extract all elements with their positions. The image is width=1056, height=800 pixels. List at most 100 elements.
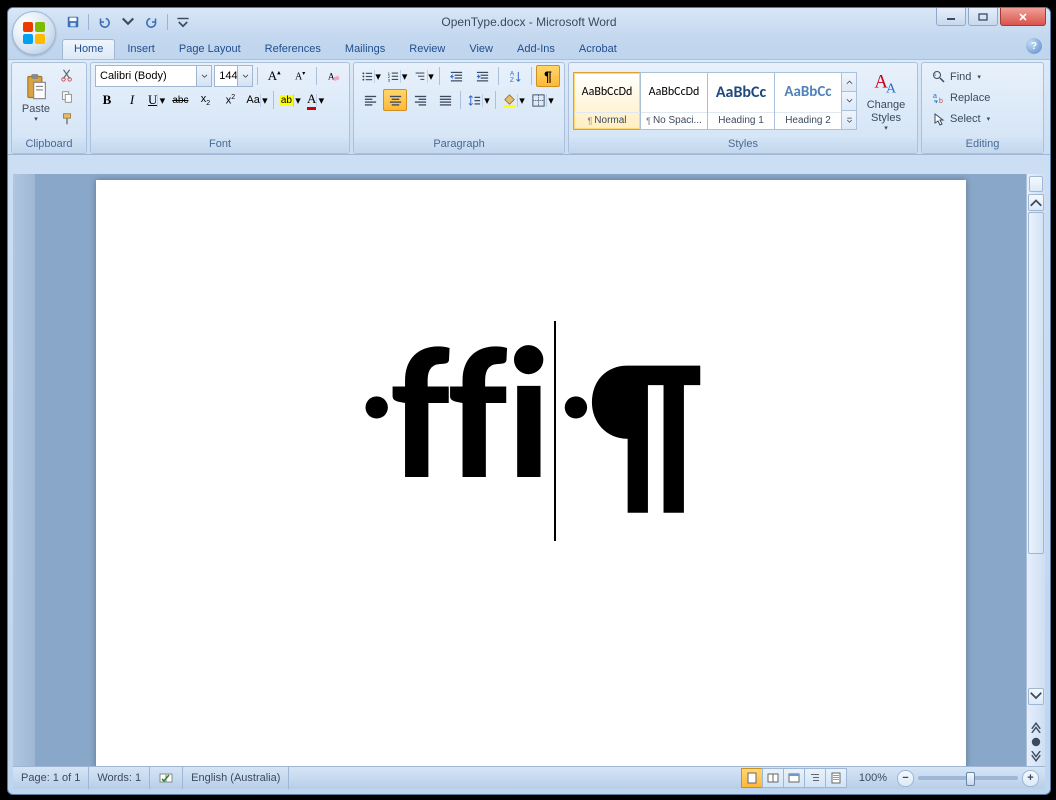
subscript-button[interactable]: x2 — [193, 89, 217, 111]
grow-font-button[interactable]: A▴ — [262, 65, 286, 87]
chevron-down-icon[interactable]: ▾ — [293, 94, 302, 107]
chevron-down-icon[interactable]: ▾ — [157, 94, 166, 107]
text-cursor — [554, 321, 556, 541]
group-label: Paragraph — [354, 138, 564, 153]
chevron-down-icon[interactable]: ▾ — [374, 70, 382, 83]
style-normal[interactable]: AaBbCcDd ¶Normal — [573, 72, 641, 130]
zoom-in-button[interactable]: + — [1022, 770, 1039, 787]
copy-button[interactable] — [58, 88, 76, 106]
save-button[interactable] — [64, 13, 82, 31]
cut-button[interactable] — [58, 66, 76, 84]
align-center-button[interactable] — [383, 89, 407, 111]
clear-formatting-button[interactable]: A — [321, 65, 345, 87]
chevron-down-icon[interactable] — [237, 66, 252, 86]
chevron-down-icon[interactable]: ▾ — [260, 94, 269, 107]
format-painter-button[interactable] — [58, 110, 76, 128]
language-indicator[interactable]: English (Australia) — [183, 767, 289, 789]
shading-button[interactable]: ▾ — [499, 89, 527, 111]
style-no-spacing[interactable]: AaBbCcDd ¶No Spaci... — [640, 72, 708, 130]
prev-page-button[interactable] — [1029, 719, 1043, 733]
decrease-indent-button[interactable] — [444, 65, 468, 87]
line-spacing-button[interactable]: ▾ — [464, 89, 492, 111]
bold-button[interactable]: B — [95, 89, 119, 111]
help-button[interactable]: ? — [1026, 38, 1042, 54]
superscript-button[interactable]: x2 — [218, 89, 242, 111]
shrink-font-button[interactable]: A▾ — [288, 65, 312, 87]
chevron-down-icon[interactable]: ▾ — [482, 94, 491, 107]
zoom-slider-thumb[interactable] — [966, 772, 975, 786]
underline-button[interactable]: U▾ — [145, 89, 167, 111]
font-name-combo[interactable]: Calibri (Body) — [95, 65, 212, 87]
scroll-thumb[interactable] — [1028, 212, 1044, 554]
undo-dropdown[interactable] — [119, 13, 137, 31]
zoom-out-button[interactable]: − — [897, 770, 914, 787]
browse-object-button[interactable] — [1029, 735, 1043, 749]
justify-button[interactable] — [433, 89, 457, 111]
bullets-button[interactable]: ▾ — [358, 65, 382, 87]
scroll-up-button[interactable] — [1028, 194, 1044, 211]
proofing-indicator[interactable] — [150, 767, 183, 789]
outline-view-button[interactable] — [804, 768, 826, 788]
change-styles-button[interactable]: AA ChangeStyles ▾ — [861, 68, 911, 134]
tab-page-layout[interactable]: Page Layout — [167, 39, 253, 59]
strikethrough-button[interactable]: abc — [168, 89, 192, 111]
qat-customize[interactable] — [174, 13, 192, 31]
chevron-down-icon[interactable]: ▾ — [546, 94, 555, 107]
align-left-button[interactable] — [358, 89, 382, 111]
next-page-button[interactable] — [1029, 751, 1043, 765]
close-button[interactable] — [1000, 8, 1046, 26]
page-number-indicator[interactable]: Page: 1 of 1 — [13, 767, 89, 789]
font-size-combo[interactable]: 144 — [214, 65, 253, 87]
tab-mailings[interactable]: Mailings — [333, 39, 397, 59]
select-button[interactable]: Select▾ — [928, 109, 994, 129]
tab-view[interactable]: View — [457, 39, 505, 59]
borders-button[interactable]: ▾ — [528, 89, 556, 111]
style-heading-2[interactable]: AaBbCc Heading 2 — [774, 72, 842, 130]
draft-view-button[interactable] — [825, 768, 847, 788]
align-right-button[interactable] — [408, 89, 432, 111]
highlight-button[interactable]: ab▾ — [277, 89, 303, 111]
maximize-button[interactable] — [968, 8, 998, 26]
document-text[interactable]: ·ffi·¶ — [96, 320, 966, 541]
tab-insert[interactable]: Insert — [115, 39, 167, 59]
italic-button[interactable]: I — [120, 89, 144, 111]
zoom-slider[interactable] — [918, 776, 1018, 780]
chevron-down-icon[interactable]: ▾ — [316, 94, 325, 107]
tab-acrobat[interactable]: Acrobat — [567, 39, 629, 59]
chevron-down-icon[interactable]: ▾ — [517, 94, 526, 107]
show-hide-paragraph-button[interactable]: ¶ — [536, 65, 560, 87]
sort-button[interactable]: AZ — [503, 65, 527, 87]
tab-review[interactable]: Review — [397, 39, 457, 59]
office-button[interactable] — [12, 11, 56, 55]
tab-add-ins[interactable]: Add-Ins — [505, 39, 567, 59]
chevron-down-icon[interactable]: ▾ — [400, 70, 408, 83]
font-color-button[interactable]: A▾ — [304, 89, 326, 111]
minimize-button[interactable] — [936, 8, 966, 26]
tab-references[interactable]: References — [253, 39, 333, 59]
increase-indent-button[interactable] — [470, 65, 494, 87]
full-screen-reading-view-button[interactable] — [762, 768, 784, 788]
tab-home[interactable]: Home — [62, 39, 115, 59]
paste-button[interactable]: Paste ▾ — [16, 65, 56, 131]
print-layout-view-button[interactable] — [741, 768, 763, 788]
style-heading-1[interactable]: AaBbCc Heading 1 — [707, 72, 775, 130]
gallery-up-button[interactable] — [842, 73, 856, 92]
scroll-down-button[interactable] — [1028, 688, 1044, 705]
word-count-indicator[interactable]: Words: 1 — [89, 767, 150, 789]
numbering-button[interactable]: 123▾ — [384, 65, 408, 87]
web-layout-view-button[interactable] — [783, 768, 805, 788]
multilevel-list-button[interactable]: ▾ — [411, 65, 435, 87]
undo-button[interactable] — [95, 13, 113, 31]
page[interactable]: ·ffi·¶ — [96, 180, 966, 767]
replace-button[interactable]: abReplace — [928, 88, 994, 108]
gallery-down-button[interactable] — [842, 92, 856, 111]
zoom-level[interactable]: 100% — [853, 772, 893, 784]
chevron-down-icon[interactable]: ▾ — [427, 70, 435, 83]
change-case-button[interactable]: Aa▾ — [243, 89, 269, 111]
redo-button[interactable] — [143, 13, 161, 31]
document-area[interactable]: ·ffi·¶ — [35, 174, 1026, 767]
find-button[interactable]: aFind▾ — [928, 67, 994, 87]
gallery-more-button[interactable] — [842, 111, 856, 129]
chevron-down-icon[interactable] — [196, 66, 211, 86]
ruler-toggle-button[interactable] — [1029, 176, 1043, 192]
